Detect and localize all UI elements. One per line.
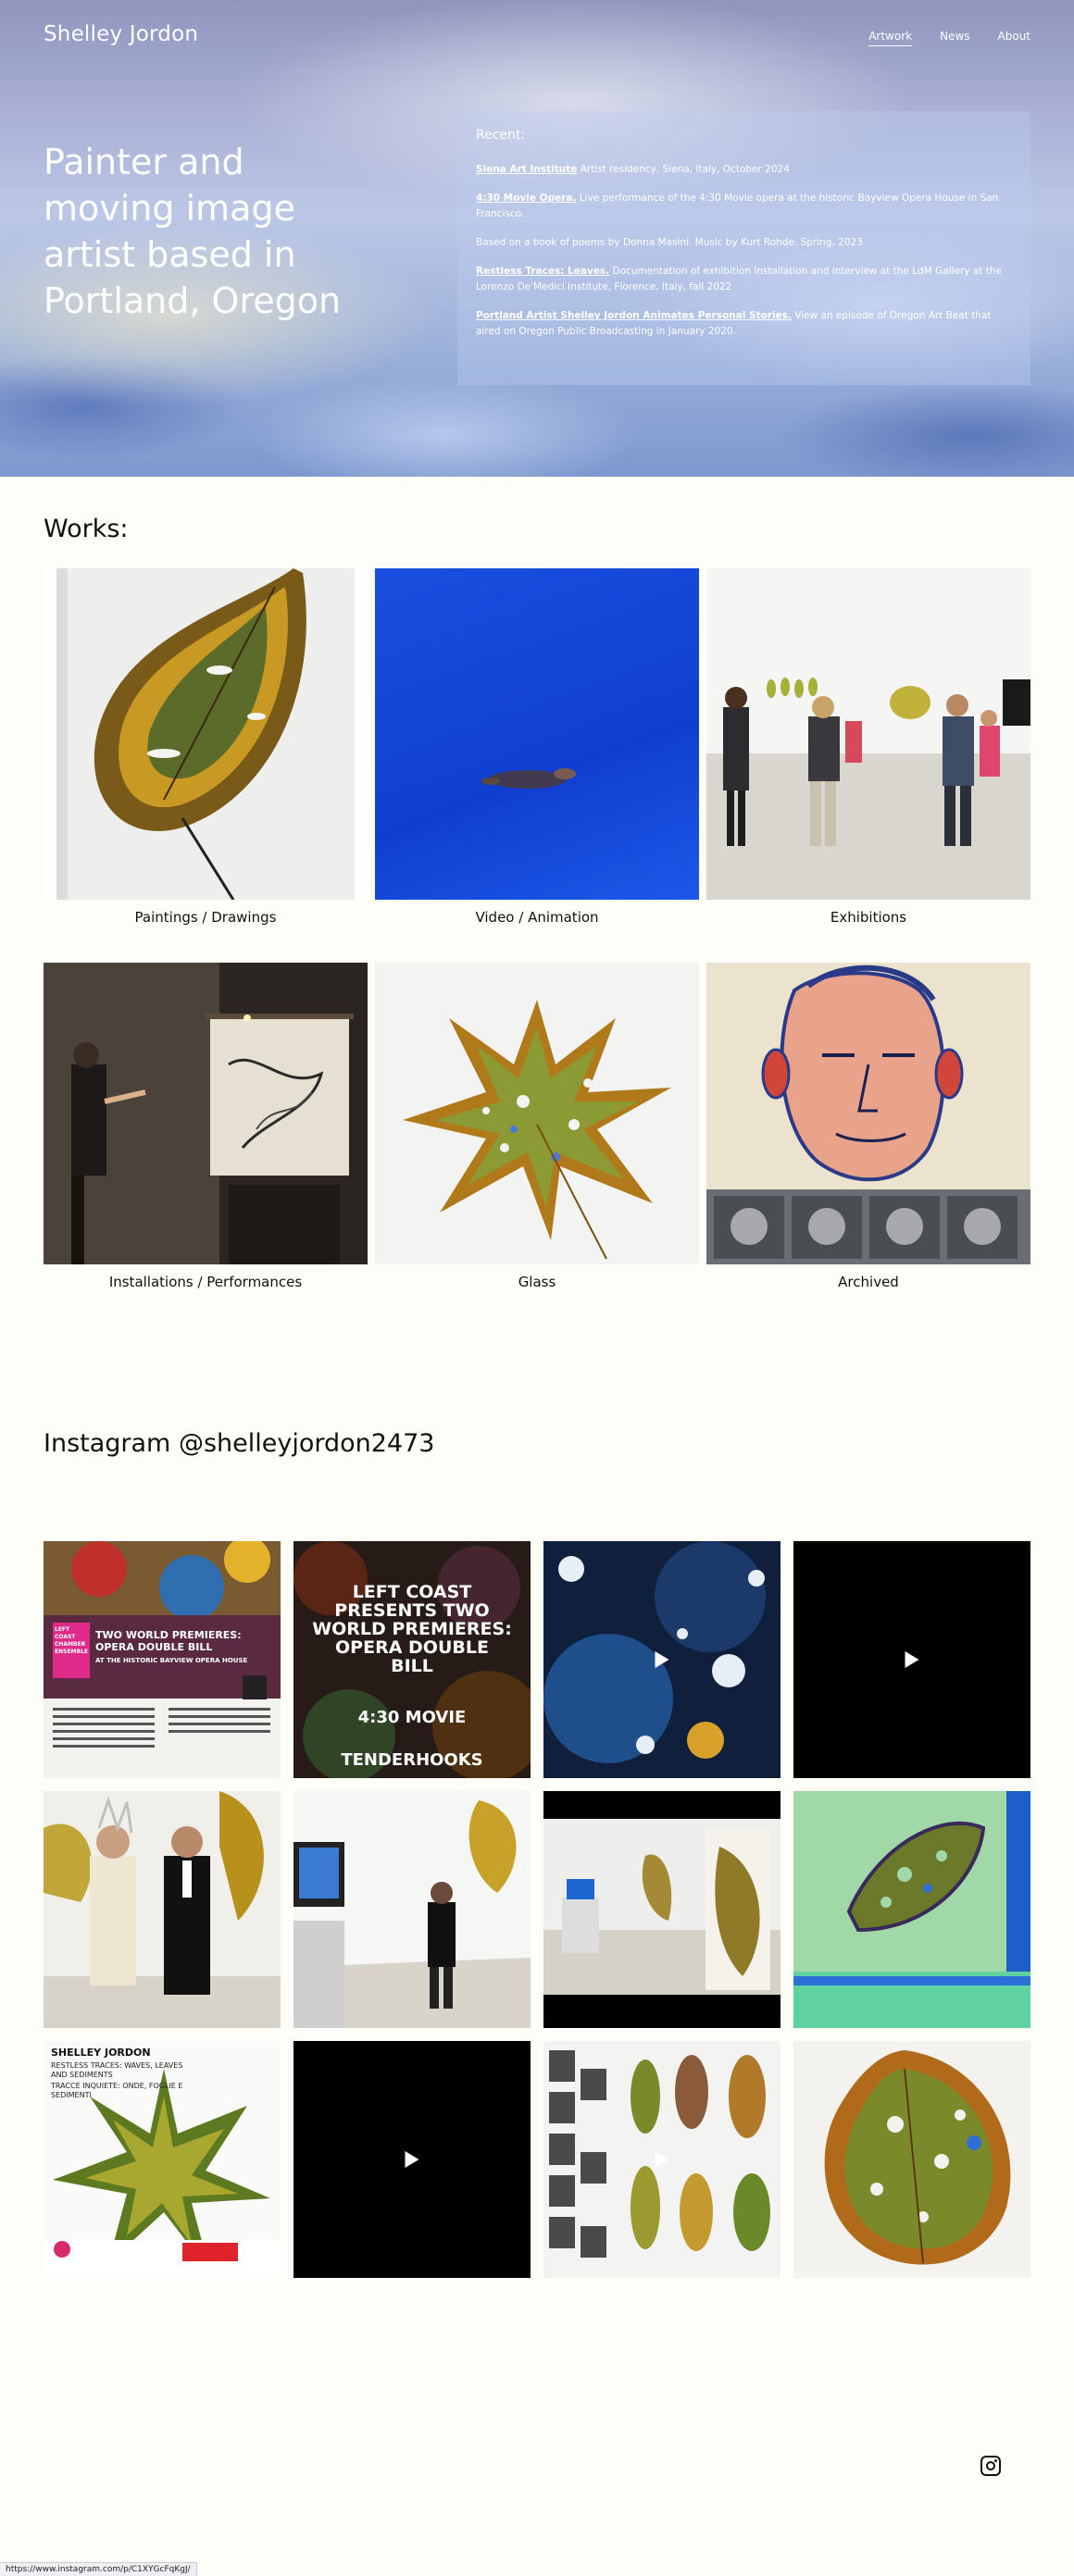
post-badge: LEFT COAST CHAMBER ENSEMBLE [55, 1626, 89, 1655]
recent-panel: Recent: Siena Art Institute Artist resid… [457, 111, 1030, 385]
post-title: SHELLEY JORDON [51, 2047, 151, 2059]
site-title[interactable]: Shelley Jordon [44, 22, 198, 46]
instagram-post[interactable] [293, 1791, 531, 2028]
work-tile-installations[interactable]: Installations / Performances [44, 963, 368, 1290]
instagram-post[interactable]: SHELLEY JORDON RESTLESS TRACES: WAVES, L… [44, 2041, 281, 2278]
nav-news[interactable]: News [940, 30, 969, 46]
archived-thumbnail[interactable] [706, 963, 1030, 1264]
recent-text: Based on a book of poems by Donna Masini… [476, 237, 863, 248]
recent-item: Siena Art Institute Artist residency, Si… [476, 162, 1012, 178]
work-tile-exhibitions[interactable]: Exhibitions [706, 568, 1030, 926]
exhibitions-thumbnail[interactable] [706, 568, 1030, 900]
video-thumbnail[interactable] [375, 568, 699, 900]
instagram-post[interactable] [44, 1791, 281, 2028]
play-icon [655, 2151, 669, 2168]
hero-banner: Shelley Jordon Artwork News About Painte… [0, 0, 1074, 477]
instagram-icon[interactable] [980, 2456, 1001, 2476]
instagram-video-post[interactable] [543, 1541, 781, 1778]
post-line: 4:30 MOVIE [357, 1708, 467, 1727]
instagram-video-post[interactable] [293, 2041, 531, 2278]
recent-link[interactable]: 4:30 Movie Opera. [476, 193, 576, 204]
post-title: TWO WORLD PREMIERES: OPERA DOUBLE BILL [95, 1629, 242, 1653]
post-subtitle: AT THE HISTORIC BAYVIEW OPERA HOUSE [95, 1657, 248, 1664]
recent-text: Artist residency, Siena, Italy, October … [577, 164, 790, 175]
recent-link[interactable]: Portland Artist Shelley Jordon Animates … [476, 310, 792, 321]
instagram-video-post[interactable] [543, 2041, 781, 2278]
instagram-post[interactable] [543, 1791, 781, 2028]
work-tile-glass[interactable]: Glass [375, 963, 699, 1290]
instagram-heading: Instagram @shelleyjordon2473 [44, 1429, 435, 1458]
nav-about[interactable]: About [998, 30, 1030, 46]
recent-heading: Recent: [476, 128, 526, 143]
instagram-post[interactable] [793, 2041, 1030, 2278]
recent-item: Restless Traces: Leaves. Documentation o… [476, 264, 1012, 295]
play-icon [655, 1651, 669, 1668]
post-subtitle: RESTLESS TRACES: WAVES, LEAVES AND SEDIM… [51, 2061, 183, 2079]
play-icon [405, 2151, 419, 2168]
instagram-post[interactable] [793, 1791, 1030, 2028]
status-bar-url: https://www.instagram.com/p/C1XYGcFqKgJ/ [0, 2562, 197, 2576]
hero-tagline: Painter and moving image artist based in… [44, 142, 342, 321]
work-label[interactable]: Glass [375, 1274, 699, 1290]
post-title: LEFT COAST PRESENTS TWO WORLD PREMIERES:… [312, 1582, 512, 1676]
recent-link[interactable]: Restless Traces: Leaves. [476, 266, 609, 277]
work-tile-paintings[interactable]: Paintings / Drawings [44, 568, 368, 926]
glass-thumbnail[interactable] [375, 963, 699, 1264]
recent-link[interactable]: Siena Art Institute [476, 164, 577, 175]
recent-item: Portland Artist Shelley Jordon Animates … [476, 308, 1012, 340]
recent-item: Based on a book of poems by Donna Masini… [476, 235, 1012, 251]
work-label[interactable]: Exhibitions [706, 909, 1030, 926]
instagram-post[interactable]: LEFT COAST CHAMBER ENSEMBLE TWO WORLD PR… [44, 1541, 281, 1778]
works-heading: Works: [44, 515, 129, 543]
work-label[interactable]: Installations / Performances [44, 1274, 368, 1290]
work-tile-archived[interactable]: Archived [706, 963, 1030, 1290]
work-tile-video[interactable]: Video / Animation [375, 568, 699, 926]
work-label[interactable]: Video / Animation [375, 909, 699, 926]
main-nav: Artwork News About [868, 30, 1030, 46]
post-line: TENDERHOOKS [341, 1750, 483, 1770]
instagram-post[interactable]: LEFT COAST PRESENTS TWO WORLD PREMIERES:… [293, 1541, 531, 1778]
post-subtitle: TRACCE INQUIETE: ONDE, FOGLIE E SEDIMENT… [51, 2082, 183, 2099]
installations-thumbnail[interactable] [44, 963, 368, 1264]
paintings-thumbnail[interactable] [44, 568, 368, 900]
instagram-video-post[interactable] [793, 1541, 1030, 1778]
recent-item: 4:30 Movie Opera. Live performance of th… [476, 191, 1012, 222]
nav-artwork[interactable]: Artwork [868, 30, 913, 46]
work-label[interactable]: Archived [706, 1274, 1030, 1290]
play-icon [905, 1651, 919, 1668]
work-label[interactable]: Paintings / Drawings [44, 909, 368, 926]
